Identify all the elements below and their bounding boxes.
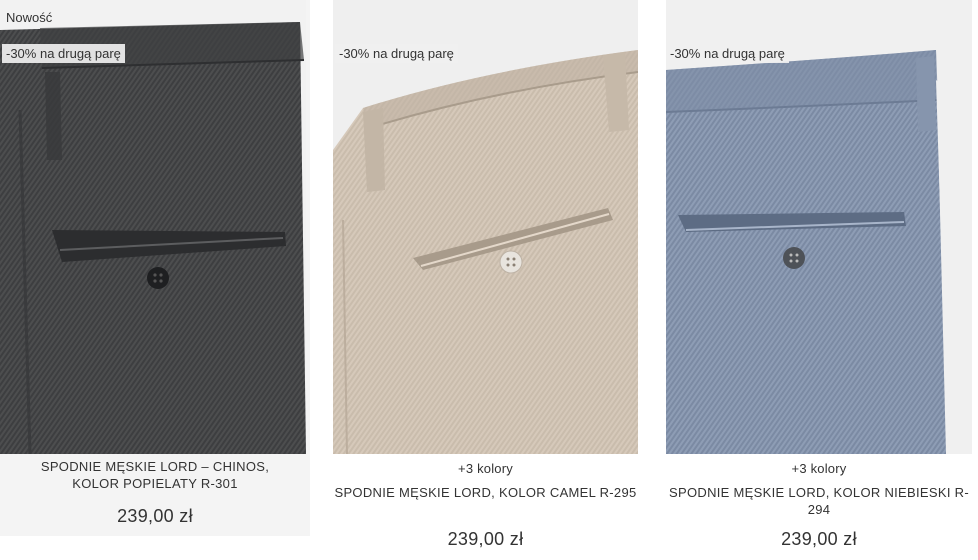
product-name[interactable]: SPODNIE MĘSKIE LORD – CHINOS, KOLOR POPI… <box>0 458 310 492</box>
product-image[interactable] <box>333 0 638 454</box>
product-price: 239,00 zł <box>447 529 524 549</box>
product-price: 239,00 zł <box>117 506 193 526</box>
promo-badge: -30% na drugą parę <box>2 44 125 63</box>
trousers-camel-image <box>333 0 638 454</box>
product-card-1[interactable]: Nowość -30% na drugą parę SPODNIE MĘSKIE… <box>0 0 310 536</box>
product-name[interactable]: SPODNIE MĘSKIE LORD, KOLOR NIEBIESKI R-2… <box>666 484 972 518</box>
promo-badge: -30% na drugą parę <box>335 44 458 63</box>
new-badge: Nowość <box>6 10 53 25</box>
trousers-grey-image <box>0 0 306 454</box>
promo-badge: -30% na drugą parę <box>666 44 789 63</box>
more-colors-label[interactable]: +3 kolory <box>666 461 972 476</box>
product-image[interactable] <box>666 0 972 454</box>
product-card-2[interactable]: -30% na drugą parę +3 kolory SPODNIE MĘS… <box>333 0 638 560</box>
more-colors-label[interactable]: +3 kolory <box>333 461 638 476</box>
product-image[interactable] <box>0 0 306 454</box>
product-price: 239,00 zł <box>781 529 857 549</box>
product-card-3[interactable]: -30% na drugą parę +3 kolory SPODNIE MĘS… <box>666 0 972 560</box>
product-name[interactable]: SPODNIE MĘSKIE LORD, KOLOR CAMEL R-295 <box>333 484 638 501</box>
trousers-blue-image <box>666 0 972 454</box>
